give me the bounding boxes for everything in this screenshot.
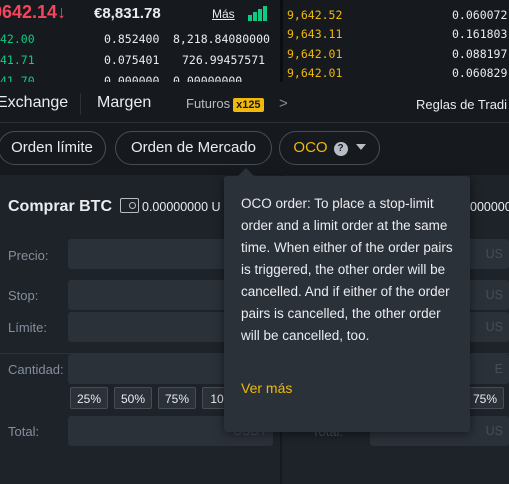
buy-title: Comprar BTC [8,198,113,215]
leverage-badge: x125 [233,98,264,112]
tooltip-text: OCO order: To place a stop-limit order a… [241,196,453,343]
ticker-line: 9642.14↓ €8,831.78 Más [0,2,279,24]
market-order-button[interactable]: Orden de Mercado [115,131,272,165]
quantity-label: Cantidad: [8,362,64,377]
trading-rules-link[interactable]: Reglas de Tradi [416,97,507,112]
tab-divider [80,93,81,115]
learn-more-link[interactable]: Ver más [241,380,292,396]
depth-bars-icon[interactable] [248,6,268,21]
wallet-icon [120,198,139,213]
order-book-strip: 9642.14↓ €8,831.78 Más 42.00 0.852400 8,… [0,0,509,82]
trade-row: 42.00 0.852400 8,218.84080000 [0,32,270,46]
last-price: 9642.14↓ [0,2,67,22]
oco-label: OCO [293,139,328,156]
percent-75-button[interactable]: 75% [158,387,196,409]
limit-order-button[interactable]: Orden límite [0,131,106,165]
order-type-selector: Orden límite Orden de Mercado OCO? [0,131,509,167]
order-book-row[interactable]: 9,642.52 0.060072 [283,8,509,26]
price-label: Precio: [8,248,49,263]
percent-50-button[interactable]: 50% [114,387,152,409]
sell-available-balance: 000000 [470,200,509,214]
oco-help-tooltip: OCO order: To place a stop-limit order a… [224,168,470,432]
percent-25-button[interactable]: 25% [70,387,108,409]
down-arrow-icon: ↓ [57,2,67,22]
trade-row: 41.70 0.000000 0.00000000 [0,74,243,82]
tab-futures-label: Futuros [186,96,231,111]
order-book-row[interactable]: 9,642.01 0.060829 [283,66,509,82]
chevron-right-icon[interactable]: > [279,95,288,112]
help-icon[interactable]: ? [333,142,348,156]
order-book-right: 9,642.52 0.060072 9,643.11 0.161803 9,642.… [283,0,509,82]
more-link[interactable]: Más [212,7,235,21]
tab-futures[interactable]: Futuros x125 [186,96,264,112]
available-balance: 0.00000000 U [142,200,221,214]
chevron-down-icon [355,144,366,150]
tab-margin[interactable]: Margen [97,94,151,112]
trade-row: 41.71 0.075401 726.99457571 [0,53,266,67]
sell-percent-75-button[interactable]: 75% [466,387,504,409]
total-label: Total: [8,424,40,439]
tab-exchange[interactable]: Exchange [0,94,68,112]
order-book-row[interactable]: 9,643.11 0.161803 [283,27,509,45]
stop-label: Stop: [8,288,39,303]
euro-price: €8,831.78 [94,5,161,22]
limit-label: Límite: [8,320,48,335]
recent-trades-left: 9642.14↓ €8,831.78 Más 42.00 0.852400 8,… [0,0,279,82]
order-book-row[interactable]: 9,642.01 0.088197 [283,47,509,65]
trading-tabs: Exchange Margen Futuros x125 > Reglas de … [0,85,509,123]
oco-order-button[interactable]: OCO? [279,131,380,165]
